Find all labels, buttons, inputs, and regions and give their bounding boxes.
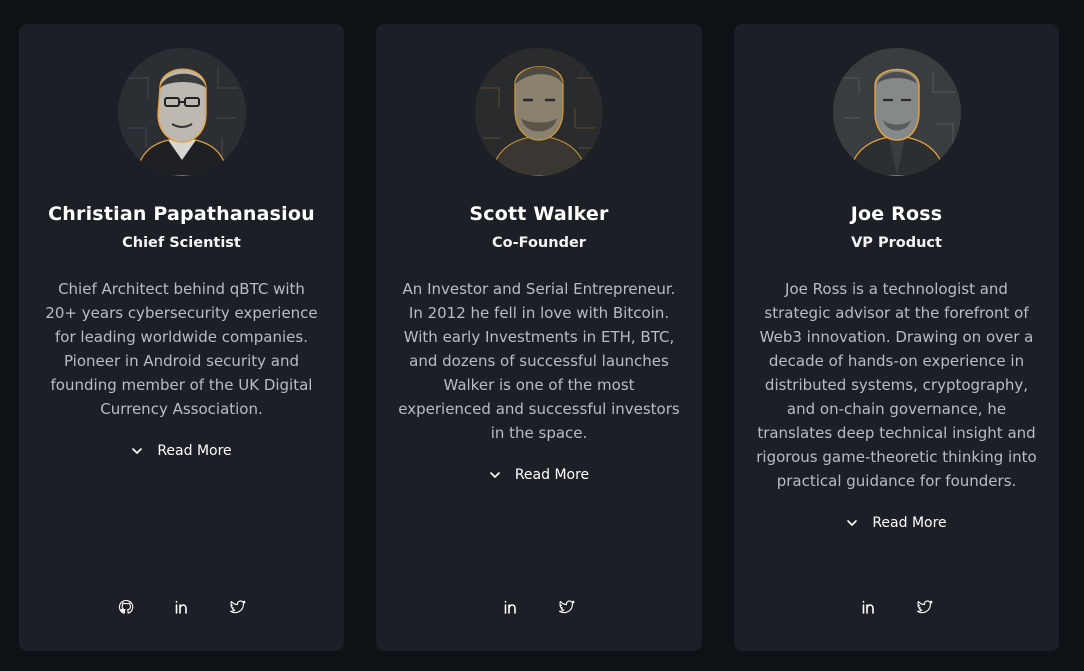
github-icon[interactable]	[116, 597, 136, 617]
social-links	[734, 597, 1059, 617]
member-role: Chief Scientist	[122, 235, 241, 251]
twitter-icon[interactable]	[915, 597, 935, 617]
member-name: Joe Ross	[850, 203, 943, 225]
member-bio: An Investor and Serial Entrepreneur. In …	[398, 280, 680, 442]
member-role: Co-Founder	[492, 235, 586, 251]
member-bio: Joe Ross is a technologist and strategic…	[756, 280, 1037, 490]
member-name: Christian Papathanasiou	[48, 203, 315, 225]
avatar	[475, 48, 603, 176]
linkedin-icon[interactable]	[501, 597, 521, 617]
member-bio: Chief Architect behind qBTC with 20+ yea…	[45, 280, 318, 418]
member-name: Scott Walker	[469, 203, 609, 225]
read-more-button[interactable]: Read More	[131, 443, 232, 459]
twitter-icon[interactable]	[228, 597, 248, 617]
twitter-icon[interactable]	[557, 597, 577, 617]
member-role: VP Product	[851, 235, 942, 251]
read-more-label: Read More	[514, 467, 590, 483]
chevron-down-icon	[489, 469, 501, 481]
team-section: Christian Papathanasiou Chief Scientist …	[0, 0, 1084, 671]
social-links	[19, 597, 344, 617]
read-more-label: Read More	[872, 515, 947, 531]
read-more-label: Read More	[157, 443, 232, 459]
team-card-christian: Christian Papathanasiou Chief Scientist …	[19, 24, 344, 651]
team-card-joe: Joe Ross VP Product Joe Ross is a techno…	[734, 24, 1059, 651]
avatar	[832, 48, 961, 176]
avatar	[117, 48, 246, 176]
read-more-button[interactable]: Read More	[846, 515, 947, 531]
chevron-down-icon	[131, 445, 143, 457]
linkedin-icon[interactable]	[859, 597, 879, 617]
read-more-button[interactable]: Read More	[489, 467, 589, 483]
team-card-scott: Scott Walker Co-Founder An Investor and …	[376, 24, 702, 651]
linkedin-icon[interactable]	[172, 597, 192, 617]
chevron-down-icon	[846, 517, 858, 529]
social-links	[376, 597, 702, 617]
